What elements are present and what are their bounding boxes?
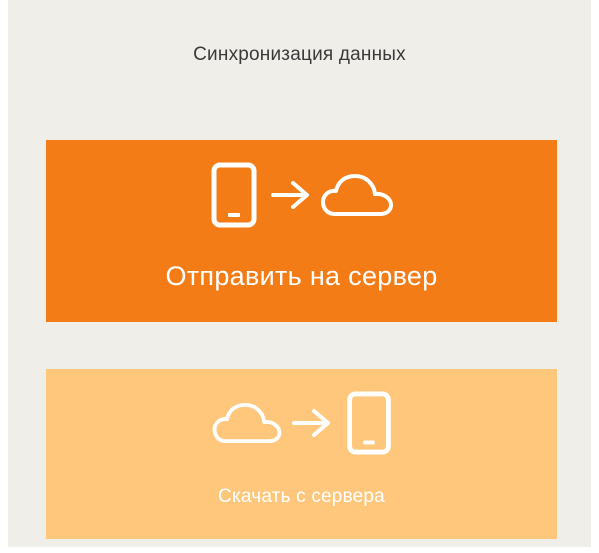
download-icons xyxy=(46,391,557,455)
download-from-server-button[interactable]: Скачать с сервера xyxy=(46,369,557,539)
tablet-icon xyxy=(346,391,391,455)
arrow-right-icon xyxy=(270,181,309,209)
upload-to-server-button[interactable]: Отправить на сервер xyxy=(46,140,557,322)
sync-screen: Синхронизация данных Отправить на сервер xyxy=(8,0,591,547)
arrow-right-icon xyxy=(291,409,330,437)
upload-icons xyxy=(46,162,557,228)
cloud-icon xyxy=(212,402,281,444)
page-title: Синхронизация данных xyxy=(193,44,406,65)
cloud-icon xyxy=(320,174,393,216)
upload-button-label: Отправить на сервер xyxy=(165,261,438,291)
download-button-label: Скачать с сервера xyxy=(218,486,385,507)
tablet-icon xyxy=(211,162,256,228)
